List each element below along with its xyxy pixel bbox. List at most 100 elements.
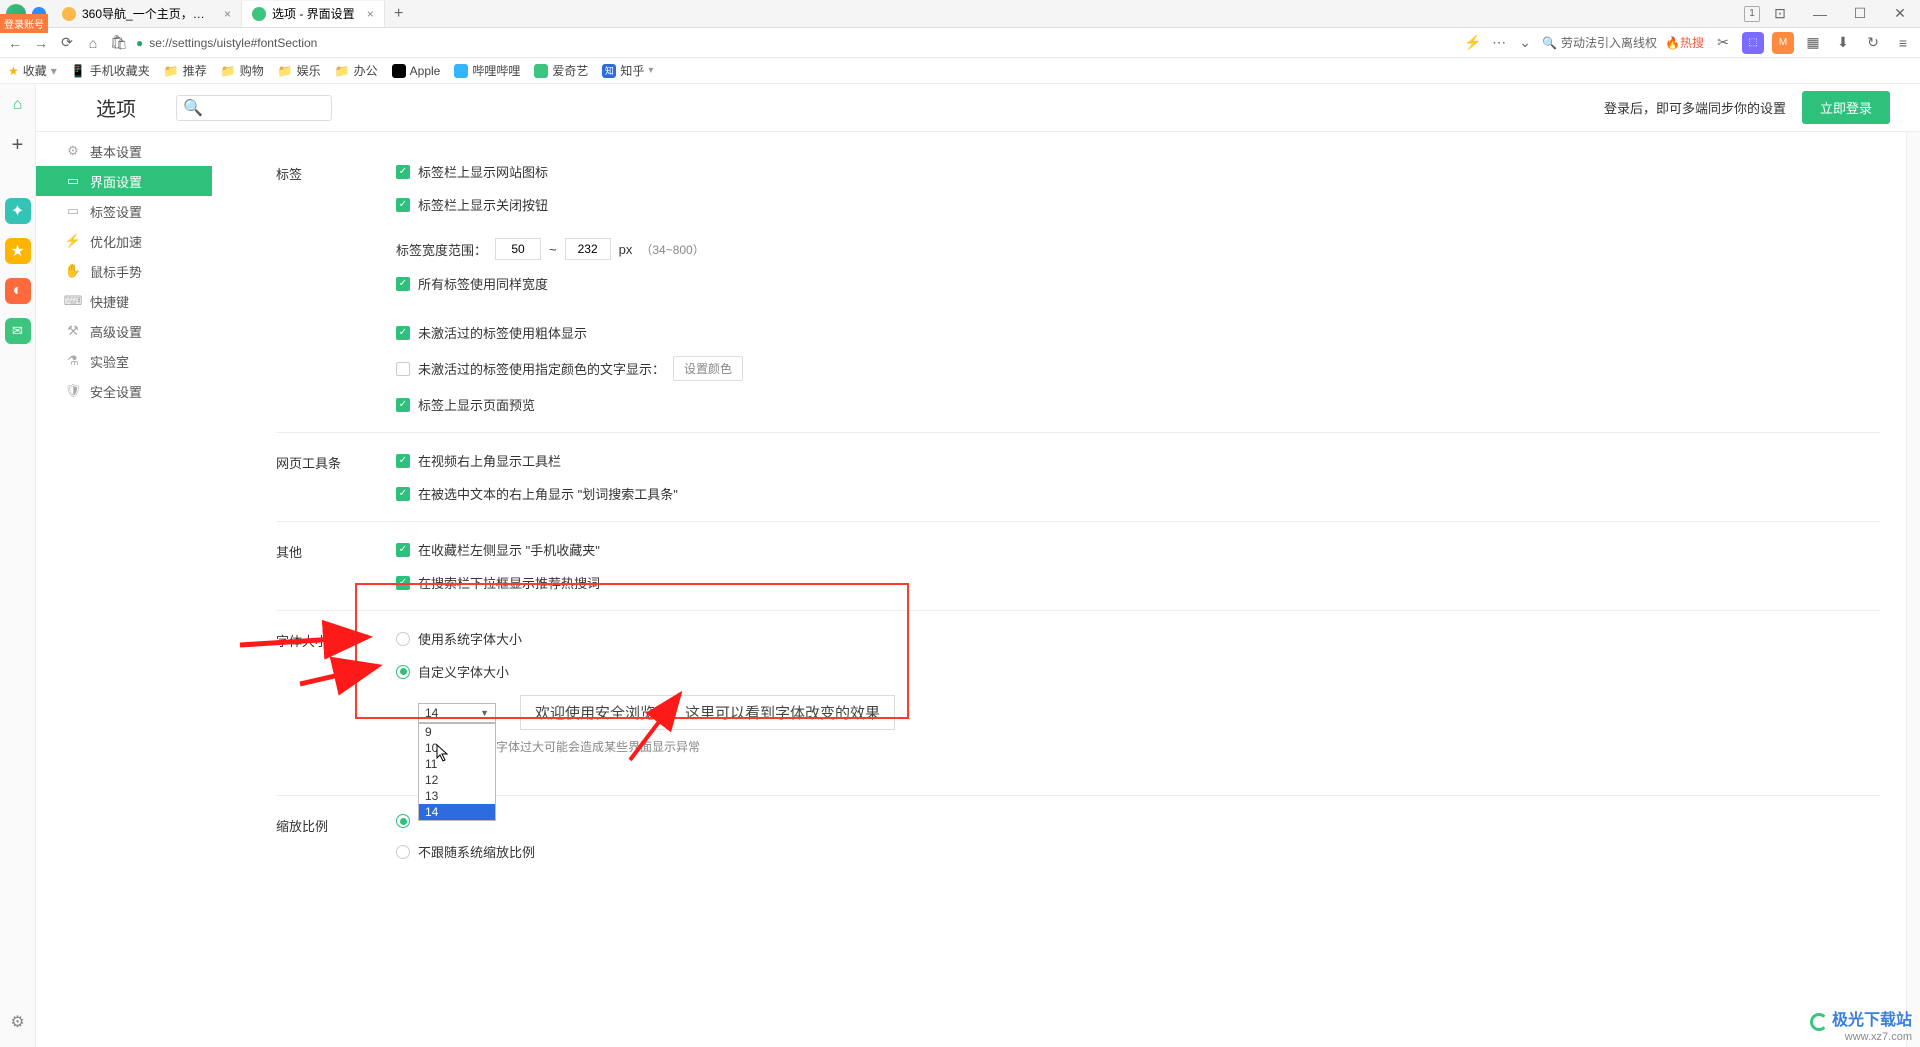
side-mail-icon[interactable]: ✉ [5, 318, 31, 344]
tools-icon: ⚒ [66, 324, 80, 338]
refresh2-icon[interactable]: ↻ [1862, 32, 1884, 54]
new-tab-button[interactable]: + [385, 5, 413, 23]
download-icon[interactable]: ⬇ [1832, 32, 1854, 54]
dropdown-option[interactable]: 13 [419, 788, 495, 804]
checkbox[interactable]: ✓ [396, 454, 410, 468]
width-min-input[interactable] [495, 238, 541, 260]
bookmark-item[interactable]: 爱奇艺 [534, 62, 588, 79]
nav-reload-icon[interactable]: ⟳ [58, 34, 76, 52]
width-unit: px [619, 242, 633, 257]
mouse-cursor-icon [436, 744, 450, 762]
flash-icon[interactable]: ⚡ [1464, 34, 1482, 52]
nav-item-optimize[interactable]: ⚡优化加速 [36, 226, 212, 256]
search-icon: 🔍 [1542, 36, 1557, 50]
flask-icon: ⚗ [66, 354, 80, 368]
bookmark-item[interactable]: 📱手机收藏夹 [71, 62, 150, 79]
star-icon: ★ [8, 64, 19, 78]
nav-item-tabs[interactable]: ▭标签设置 [36, 196, 212, 226]
login-button[interactable]: 立即登录 [1802, 91, 1890, 124]
tab-close-icon[interactable]: × [367, 7, 374, 21]
address-bar[interactable]: ● se://settings/uistyle#fontSection [136, 36, 317, 50]
bookmark-item[interactable]: 📁娱乐 [278, 62, 321, 79]
font-size-select[interactable]: 14▼ 9 10 11 12 13 14 [418, 703, 496, 723]
settings-icon[interactable]: ⚙ [5, 1009, 31, 1035]
side-ext1-icon[interactable]: ✦ [5, 198, 31, 224]
nav-item-advanced[interactable]: ⚒高级设置 [36, 316, 212, 346]
checkbox[interactable]: ✓ [396, 487, 410, 501]
checkbox[interactable]: ✓ [396, 362, 410, 376]
dropdown-option[interactable]: 12 [419, 772, 495, 788]
browser-tab[interactable]: 选项 - 界面设置 × [242, 1, 385, 27]
login-badge[interactable]: 登录账号 [0, 14, 48, 33]
nav-item-security[interactable]: 🛡安全设置 [36, 376, 212, 406]
width-max-input[interactable] [565, 238, 611, 260]
side-star-icon[interactable]: ★ [5, 238, 31, 264]
checkbox[interactable]: ✓ [396, 277, 410, 291]
nav-item-lab[interactable]: ⚗实验室 [36, 346, 212, 376]
bookmark-item[interactable]: 哔哩哔哩 [454, 62, 520, 79]
nav-item-basic[interactable]: ⚙基本设置 [36, 136, 212, 166]
watermark: 极光下载站 www.xz7.com [1810, 1006, 1912, 1043]
bookmark-bar: ★收藏 ▾ 📱手机收藏夹 📁推荐 📁购物 📁娱乐 📁办公 Apple 哔哩哔哩 … [0, 58, 1920, 84]
nav-back-icon[interactable]: ← [6, 34, 24, 52]
checkbox[interactable]: ✓ [396, 398, 410, 412]
favorites-button[interactable]: ★收藏 ▾ [8, 62, 57, 79]
radio[interactable] [396, 665, 410, 679]
home-icon[interactable]: ⌂ [5, 92, 31, 118]
plus-icon[interactable]: + [5, 132, 31, 158]
radio[interactable] [396, 632, 410, 646]
window-minimize-icon[interactable]: — [1800, 1, 1840, 27]
section-title: 其他 [276, 540, 396, 592]
browser-tab[interactable]: 360导航_一个主页，整个世界 × [52, 1, 242, 27]
iqiyi-icon [534, 64, 548, 78]
checkbox[interactable]: ✓ [396, 165, 410, 179]
options-search[interactable]: 🔍 [176, 95, 332, 121]
radio[interactable] [396, 845, 410, 859]
phone-icon: 📱 [71, 64, 86, 78]
nav-item-gesture[interactable]: ✋鼠标手势 [36, 256, 212, 286]
tab-close-icon[interactable]: × [224, 7, 231, 21]
keyboard-icon: ⌨ [66, 294, 80, 308]
window-count-icon[interactable]: 1 [1744, 6, 1760, 22]
nav-forward-icon[interactable]: → [32, 34, 50, 52]
bookmark-item[interactable]: Apple [392, 64, 441, 78]
bilibili-icon [454, 64, 468, 78]
menu-icon[interactable]: ≡ [1892, 32, 1914, 54]
nav-item-shortcut[interactable]: ⌨快捷键 [36, 286, 212, 316]
window-maximize-icon[interactable]: ☐ [1840, 1, 1880, 27]
bookmark-item[interactable]: 📁购物 [221, 62, 264, 79]
settings-nav: ⚙基本设置 ▭界面设置 ▭标签设置 ⚡优化加速 ✋鼠标手势 ⌨快捷键 ⚒高级设置… [36, 132, 212, 1047]
search-icon: 🔍 [183, 98, 203, 118]
nav-home-icon[interactable]: ⌂ [84, 34, 102, 52]
dropdown-option[interactable]: 11 [419, 756, 495, 772]
dropdown-option[interactable]: 9 [419, 724, 495, 740]
hot-search-label[interactable]: 🔥热搜 [1665, 34, 1704, 51]
checkbox[interactable]: ✓ [396, 326, 410, 340]
favicon-icon [62, 7, 76, 21]
ext-orange-icon[interactable]: M [1772, 32, 1794, 54]
nav-vault-icon[interactable]: 🛍 [110, 34, 128, 52]
grid-icon[interactable]: ▦ [1802, 32, 1824, 54]
bookmark-item[interactable]: 知知乎 ▾ [602, 62, 653, 79]
ext-purple-icon[interactable]: ⬚ [1742, 32, 1764, 54]
folder-icon: 📁 [221, 64, 236, 78]
checkbox[interactable]: ✓ [396, 543, 410, 557]
bookmark-item[interactable]: 📁办公 [335, 62, 378, 79]
side-weibo-icon[interactable]: ◐ [5, 278, 31, 304]
dropdown-option[interactable]: 10 [419, 740, 495, 756]
scissors-icon[interactable]: ✂ [1712, 32, 1734, 54]
radio[interactable] [396, 814, 410, 828]
set-color-button[interactable]: 设置颜色 [673, 356, 743, 381]
checkbox[interactable]: ✓ [396, 576, 410, 590]
lock-icon: ● [136, 36, 143, 50]
scrollbar[interactable] [1906, 132, 1920, 1047]
dropdown-option[interactable]: 14 [419, 804, 495, 820]
window-close-icon[interactable]: ✕ [1880, 1, 1920, 27]
pin-icon[interactable]: ⊡ [1760, 1, 1800, 27]
checkbox[interactable]: ✓ [396, 198, 410, 212]
search-box[interactable]: 🔍 劳动法引入离线权 [1542, 34, 1657, 51]
nav-item-ui[interactable]: ▭界面设置 [36, 166, 212, 196]
more-icon[interactable]: ⋯ [1490, 34, 1508, 52]
bookmark-item[interactable]: 📁推荐 [164, 62, 207, 79]
chevron-down-icon[interactable]: ⌄ [1516, 34, 1534, 52]
